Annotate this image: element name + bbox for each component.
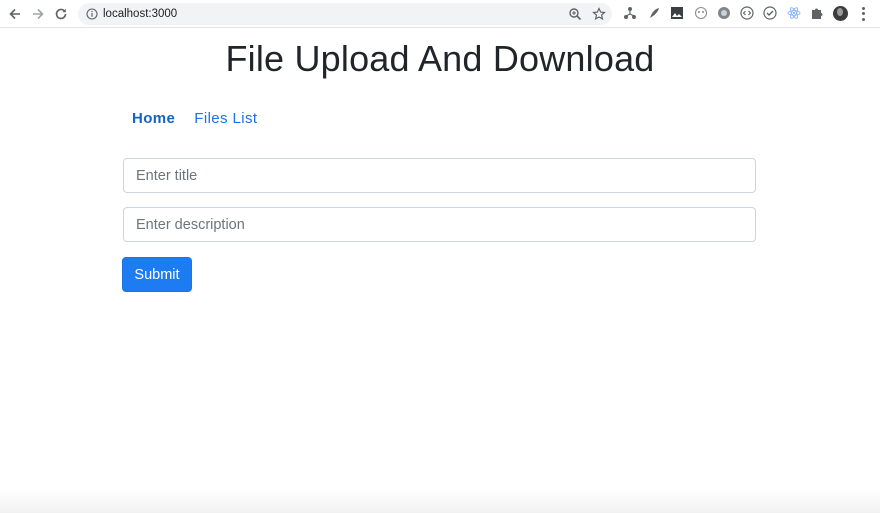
bottom-edge — [0, 490, 880, 513]
page-title: File Upload And Download — [225, 38, 655, 79]
extension-check-icon[interactable] — [763, 6, 777, 20]
submit-button[interactable]: Submit — [122, 257, 192, 292]
nav-link-files-list[interactable]: Files List — [194, 110, 257, 130]
extension-image-icon[interactable] — [670, 6, 684, 20]
extension-react-icon[interactable] — [787, 6, 801, 20]
extension-feather-icon[interactable] — [647, 6, 661, 20]
title-input[interactable] — [123, 158, 756, 193]
address-bar[interactable]: localhost:3000 — [78, 3, 612, 25]
more-menu-icon[interactable] — [857, 6, 869, 22]
bookmark-star-icon[interactable] — [592, 7, 606, 21]
main-nav: Home Files List — [132, 110, 257, 130]
back-arrow-icon[interactable] — [5, 4, 25, 24]
extension-globe-icon[interactable] — [717, 6, 731, 20]
reload-icon[interactable] — [51, 4, 71, 24]
nav-link-home[interactable]: Home — [132, 110, 175, 130]
extension-code-icon[interactable] — [740, 6, 754, 20]
url-text: localhost:3000 — [103, 8, 178, 20]
profile-avatar[interactable] — [833, 6, 848, 21]
extension-tree-icon[interactable] — [623, 6, 637, 20]
description-input[interactable] — [123, 207, 756, 242]
forward-arrow-icon[interactable] — [28, 4, 48, 24]
extensions-puzzle-icon[interactable] — [810, 6, 824, 20]
browser-toolbar: localhost:3000 — [0, 0, 880, 28]
site-info-icon[interactable] — [86, 8, 98, 20]
extension-cat-icon[interactable] — [694, 6, 708, 20]
zoom-icon[interactable] — [568, 7, 582, 21]
